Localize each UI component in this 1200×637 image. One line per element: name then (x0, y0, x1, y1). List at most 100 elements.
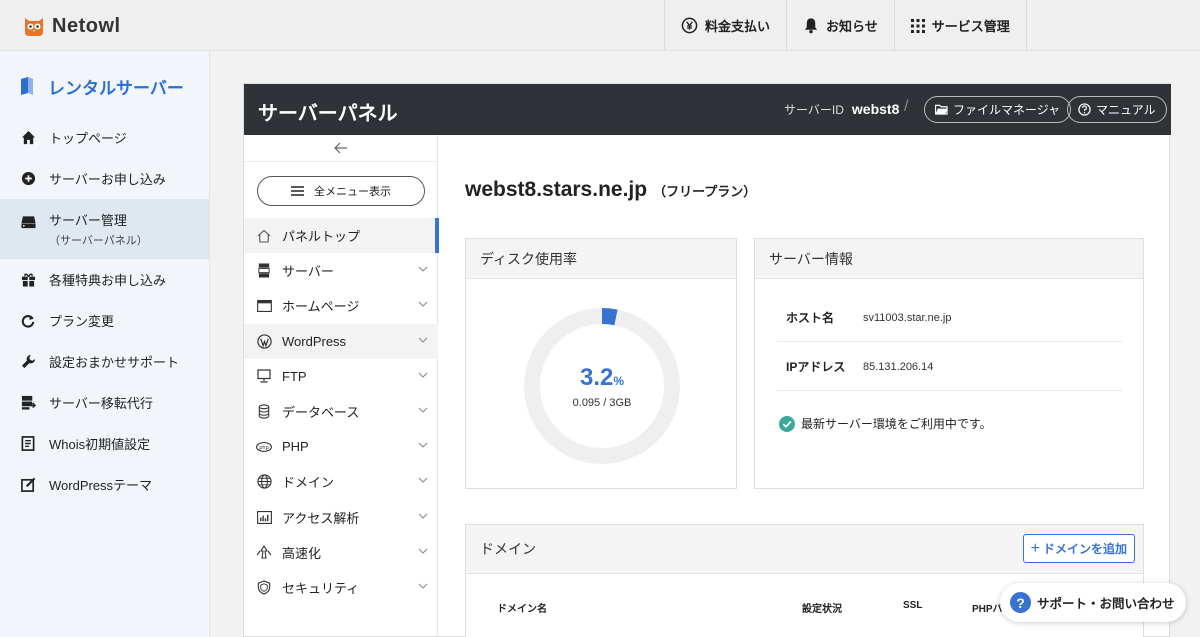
host-value: sv11003.star.ne.jp (863, 311, 952, 324)
submenu-label: データベース (282, 405, 360, 421)
manual-label: マニュアル (1096, 103, 1156, 117)
sidebar-item-label: サーバーお申し込み (49, 172, 166, 187)
help-circle-icon (1078, 103, 1091, 116)
disk-usage-amount: 0.095 / 3GB (572, 397, 632, 409)
svg-text:php: php (259, 445, 269, 451)
submenu-item-panel-top[interactable]: パネルトップ (244, 218, 439, 254)
question-icon: ? (1010, 592, 1031, 613)
speed-icon (256, 544, 272, 560)
folder-icon (935, 104, 948, 115)
disk-usage-gauge: 3.2% 0.095 / 3GB (522, 306, 682, 466)
panel-header: サーバーパネル サーバーID webst8 / ファイルマネージャ マニュアル (244, 84, 1171, 135)
percent-unit: % (613, 374, 625, 388)
support-contact-button[interactable]: ? サポート・お問い合わせ (1000, 583, 1186, 622)
collapse-menu-button[interactable] (244, 135, 438, 162)
host-row: ホスト名 sv11003.star.ne.jp (777, 294, 1122, 342)
sidebar-title[interactable]: レンタルサーバー (20, 75, 184, 98)
shield-icon (256, 579, 272, 595)
all-menu-button[interactable]: 全メニュー表示 (257, 176, 425, 206)
sidebar-item-plan-change[interactable]: プラン変更 (0, 300, 209, 341)
sidebar-item-wp-theme[interactable]: WordPressテーマ (0, 464, 209, 505)
owl-logo-icon (22, 14, 46, 38)
chevron-down-icon (418, 513, 428, 519)
panel-title: サーバーパネル (258, 103, 398, 125)
topnav-notices[interactable]: お知らせ (786, 0, 894, 51)
sidebar-item-apply-server[interactable]: サーバーお申し込み (0, 158, 209, 199)
submenu-item-speed[interactable]: 高速化 (244, 535, 438, 570)
server-id-label: サーバーID (784, 103, 844, 117)
database-icon (256, 404, 272, 420)
sidebar-item-label: サーバー移転代行 (49, 396, 153, 411)
column-ssl: SSL (903, 600, 923, 611)
yen-icon (681, 17, 698, 34)
home-icon (20, 130, 36, 146)
file-manager-button[interactable]: ファイルマネージャ (924, 96, 1072, 123)
browser-icon (256, 298, 272, 314)
chevron-down-icon (418, 442, 428, 448)
submenu-label: 高速化 (282, 545, 322, 561)
bell-icon (804, 18, 818, 34)
sidebar-item-setup-support[interactable]: 設定おまかせサポート (0, 341, 209, 382)
server-icon (20, 214, 36, 230)
submenu-item-ftp[interactable]: FTP (244, 359, 438, 394)
chevron-down-icon (418, 337, 428, 343)
document-icon (20, 436, 36, 452)
sidebar-item-server-management[interactable]: サーバー管理 （サーバーパネル） (0, 199, 209, 259)
sidebar-item-label: プラン変更 (49, 314, 115, 329)
sidebar-item-sublabel: （サーバーパネル） (49, 235, 148, 247)
topnav-service-management[interactable]: サービス管理 (893, 0, 1027, 51)
column-setting-status: 設定状況 (802, 604, 842, 615)
sidebar-item-whois[interactable]: Whois初期値設定 (0, 423, 209, 464)
submenu-item-database[interactable]: データベース (244, 394, 438, 429)
topnav-payment[interactable]: 料金支払い (664, 0, 786, 51)
brand-name: Netowl (52, 14, 121, 37)
sidebar-item-label: Whois初期値設定 (49, 437, 151, 452)
panel-submenu: 全メニュー表示 パネルトップ サーバー ホームページ WordPress FTP… (244, 135, 439, 637)
submenu-item-security[interactable]: セキュリティ (244, 570, 438, 605)
submenu-label: ドメイン (282, 475, 335, 491)
submenu-item-domain[interactable]: ドメイン (244, 464, 438, 499)
sidebar-item-top[interactable]: トップページ (0, 117, 209, 158)
logo[interactable]: Netowl (22, 13, 121, 39)
host-label: ホスト名 (786, 311, 835, 325)
all-menu-label: 全メニュー表示 (314, 186, 391, 198)
sidebar-item-label: サーバー管理 (49, 213, 127, 228)
chevron-down-icon (418, 301, 428, 308)
grid-icon (910, 18, 925, 33)
percent-value: 3.2 (579, 364, 614, 391)
submenu-item-homepage[interactable]: ホームページ (244, 288, 438, 323)
chevron-down-icon (418, 372, 428, 378)
server-info-card: サーバー情報 ホスト名 sv11003.star.ne.jp IPアドレス 85… (754, 238, 1144, 489)
ip-value: 85.131.206.14 (863, 360, 934, 373)
server-status-text: 最新サーバー環境をご利用中です。 (801, 417, 992, 431)
edit-icon (20, 477, 36, 493)
gift-icon (20, 272, 36, 288)
sidebar-item-migration[interactable]: サーバー移転代行 (0, 382, 209, 423)
add-domain-button[interactable]: + ドメインを追加 (1022, 534, 1135, 563)
wrench-icon (20, 354, 36, 370)
ip-row: IPアドレス 85.131.206.14 (777, 343, 1122, 391)
check-circle-icon (779, 415, 795, 432)
plus-circle-icon (20, 171, 36, 187)
submenu-label: PHP (282, 439, 309, 455)
submenu-item-wordpress[interactable]: WordPress (244, 323, 438, 359)
support-label: サポート・お問い合わせ (1037, 597, 1175, 611)
topnav-label: 料金支払い (705, 19, 771, 34)
php-icon: php (256, 439, 272, 455)
bar-chart-icon (256, 509, 272, 525)
submenu-label: WordPress (282, 333, 347, 349)
server-info-title: サーバー情報 (755, 239, 1143, 279)
submenu-item-server[interactable]: サーバー (244, 253, 438, 288)
submenu-item-php[interactable]: php PHP (244, 429, 438, 464)
transfer-icon (20, 395, 36, 411)
sidebar-item-benefits[interactable]: 各種特典お申し込み (0, 259, 209, 300)
submenu-item-analytics[interactable]: アクセス解析 (244, 500, 438, 535)
sidebar-item-label: WordPressテーマ (49, 478, 153, 493)
manual-button[interactable]: マニュアル (1067, 96, 1167, 123)
hamburger-icon (291, 186, 304, 196)
submenu-label: アクセス解析 (282, 510, 360, 526)
submenu-label: セキュリティ (282, 580, 360, 596)
sidebar-item-label: 設定おまかせサポート (49, 355, 180, 370)
server-panel: サーバーパネル サーバーID webst8 / ファイルマネージャ マニュアル … (243, 83, 1171, 637)
separator: / (904, 98, 909, 115)
